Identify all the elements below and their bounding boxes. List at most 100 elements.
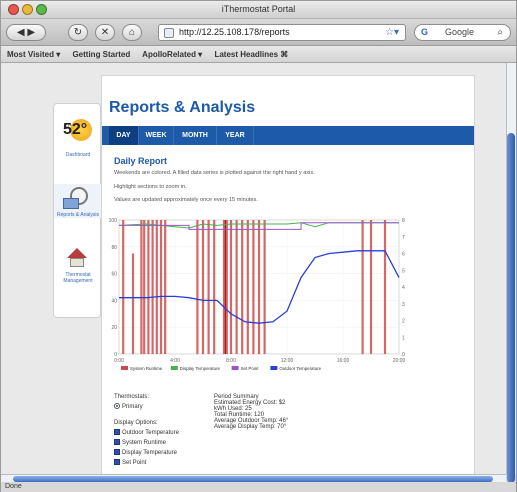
report-description-3: Values are updated approximately once ev… bbox=[114, 197, 258, 203]
report-description-1: Weekends are colored. A filled data seri… bbox=[114, 170, 315, 176]
sidebar-item-thermostat[interactable]: Thermostat Management bbox=[54, 244, 102, 284]
runtime-bar bbox=[151, 220, 154, 354]
sidebar-item-reports[interactable]: Reports & Analysis bbox=[54, 184, 102, 218]
runtime-bar bbox=[213, 220, 216, 354]
runtime-bar bbox=[225, 220, 228, 354]
house-icon bbox=[54, 244, 102, 272]
runtime-bar bbox=[361, 220, 364, 354]
tab-month[interactable]: MONTH bbox=[174, 126, 217, 145]
reload-button[interactable]: ↻ bbox=[68, 24, 88, 41]
home-button[interactable]: ⌂ bbox=[122, 24, 142, 41]
search-icon[interactable]: ⌕ bbox=[497, 25, 503, 40]
x-tick-label: 16:00 bbox=[337, 358, 350, 364]
weather-temp-big: 52° bbox=[63, 121, 88, 138]
legend-label: Display Temperature bbox=[180, 366, 221, 371]
y-right-tick-label: 7 bbox=[402, 235, 405, 241]
legend-swatch bbox=[270, 366, 278, 370]
back-icon[interactable]: ◀ bbox=[17, 27, 25, 38]
sidebar-label-thermostat: Thermostat Management bbox=[63, 272, 93, 284]
forward-icon[interactable]: ▶ bbox=[27, 27, 35, 38]
y-left-tick-label: 60 bbox=[111, 272, 117, 278]
reload-icon: ↻ bbox=[73, 27, 83, 38]
page-title: Reports & Analysis bbox=[109, 99, 256, 116]
url-bar[interactable]: http://12.25.108.178/reports ☆▾ bbox=[158, 24, 406, 41]
bookmark-star-icon[interactable]: ☆▾ bbox=[385, 25, 399, 40]
thermostats-section: Thermostats: Primary Display Options: Ou… bbox=[114, 394, 179, 466]
runtime-bar bbox=[131, 253, 135, 354]
x-tick-label: 20:00 bbox=[393, 358, 406, 364]
url-text: http://12.25.108.178/reports bbox=[179, 27, 290, 37]
runtime-bar bbox=[235, 220, 238, 354]
vertical-scrollbar[interactable] bbox=[506, 63, 516, 483]
runtime-bar bbox=[207, 220, 210, 354]
weather-widget: 67° 52° bbox=[54, 119, 102, 152]
vertical-scroll-thumb[interactable] bbox=[507, 133, 515, 483]
sidebar-label-reports: Reports & Analysis bbox=[57, 212, 99, 218]
bookmark-apollo-related[interactable]: ApolloRelated ▾ bbox=[142, 50, 202, 59]
y-left-tick-label: 20 bbox=[111, 325, 117, 331]
primary-radio[interactable]: Primary bbox=[114, 403, 179, 410]
runtime-bar bbox=[122, 220, 125, 354]
sidebar-item-dashboard[interactable]: 67° 52° Dashboard bbox=[54, 119, 102, 158]
stop-button[interactable]: ✕ bbox=[95, 24, 115, 41]
sidebar-nav: 67° 52° Dashboard Reports & Analysis The… bbox=[53, 103, 102, 318]
y-right-tick-label: 1 bbox=[402, 335, 405, 341]
legend-swatch bbox=[121, 366, 128, 370]
option-display-temperature[interactable]: Display Temperature bbox=[114, 449, 179, 456]
bookmarks-bar: Most Visited ▾ Getting Started ApolloRel… bbox=[1, 46, 516, 63]
page-content: 67° 52° Dashboard Reports & Analysis The… bbox=[1, 63, 516, 474]
bookmark-most-visited[interactable]: Most Visited ▾ bbox=[7, 50, 60, 59]
status-bar: Done bbox=[1, 482, 516, 492]
report-chart[interactable]: 0 20 40 60 80 100 0 1 2 3 4 5 6 7 8 0:00 4:00 8:00 12:00 16… bbox=[107, 212, 412, 386]
report-description-2: Highlight sections to zoom in. bbox=[114, 184, 187, 190]
x-tick-label: 12:00 bbox=[281, 358, 294, 364]
period-tabs: DAY WEEK MONTH YEAR bbox=[102, 126, 474, 145]
back-forward-button[interactable]: ◀ ▶ bbox=[6, 24, 46, 41]
runtime-bar bbox=[252, 220, 255, 354]
option-system-runtime[interactable]: System Runtime bbox=[114, 439, 179, 446]
bookmark-latest-headlines[interactable]: Latest Headlines ⌘ bbox=[214, 50, 288, 59]
legend-label: System Runtime bbox=[130, 366, 163, 371]
runtime-bar bbox=[229, 220, 233, 354]
option-outdoor-temperature[interactable]: Outdoor Temperature bbox=[114, 429, 179, 436]
legend-swatch bbox=[231, 366, 239, 370]
runtime-bar bbox=[196, 220, 199, 354]
period-summary: Period Summary Estimated Energy Cost: $2… bbox=[214, 394, 289, 430]
y-left-tick-label: 80 bbox=[111, 245, 117, 251]
horizontal-scrollbar[interactable] bbox=[1, 474, 506, 482]
tab-week[interactable]: WEEK bbox=[139, 126, 174, 145]
runtime-bar bbox=[246, 220, 249, 354]
tab-day[interactable]: DAY bbox=[109, 126, 139, 145]
runtime-bar bbox=[164, 220, 167, 354]
runtime-bar bbox=[257, 220, 261, 354]
runtime-bar bbox=[222, 220, 226, 354]
tab-year[interactable]: YEAR bbox=[217, 126, 254, 145]
home-icon: ⌂ bbox=[128, 27, 136, 38]
y-right-tick-label: 5 bbox=[402, 268, 405, 274]
runtime-bar bbox=[263, 220, 266, 354]
reports-panel: Reports & Analysis DAY WEEK MONTH YEAR D… bbox=[101, 75, 475, 474]
option-set-point[interactable]: Set Point bbox=[114, 459, 179, 466]
y-right-tick-label: 6 bbox=[402, 252, 405, 258]
bookmark-getting-started[interactable]: Getting Started bbox=[72, 50, 130, 59]
search-placeholder: Google bbox=[445, 27, 475, 37]
google-icon: G bbox=[421, 27, 429, 37]
runtime-bar bbox=[155, 220, 158, 354]
reports-icon bbox=[54, 184, 102, 212]
chart-svg[interactable]: 0204060801000123456780:00 4:00 8:00 12:00 16… bbox=[107, 212, 412, 386]
runtime-bar bbox=[241, 220, 244, 354]
toolbar: ◀ ▶ ↻ ✕ ⌂ http://12.25.108.178/reports ☆… bbox=[1, 19, 516, 46]
runtime-bar bbox=[369, 220, 373, 354]
y-right-tick-label: 3 bbox=[402, 302, 405, 308]
sidebar-label-dashboard: Dashboard bbox=[65, 152, 91, 158]
stop-icon: ✕ bbox=[100, 27, 110, 38]
y-right-tick-label: 8 bbox=[402, 218, 405, 224]
window-title: iThermostat Portal bbox=[221, 4, 296, 14]
x-tick-label: 0:00 bbox=[114, 358, 124, 364]
y-left-tick-label: 100 bbox=[109, 218, 118, 224]
runtime-bar bbox=[147, 220, 150, 354]
browser-window: iThermostat Portal ◀ ▶ ↻ ✕ ⌂ http://12.2… bbox=[0, 0, 517, 492]
runtime-bar bbox=[159, 220, 163, 354]
search-input[interactable]: G Google ⌕ bbox=[414, 24, 511, 41]
report-subtitle: Daily Report bbox=[114, 156, 168, 166]
